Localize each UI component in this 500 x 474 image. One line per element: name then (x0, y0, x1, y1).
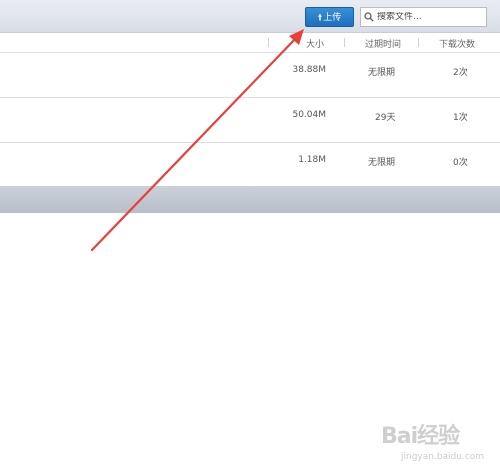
file-expiry: 无限期 (368, 68, 396, 78)
column-header-downloads[interactable]: 下载次数 (439, 37, 475, 50)
search-box[interactable] (360, 7, 487, 27)
file-size: 50.04M (292, 110, 326, 120)
upload-button-label: 上传 (323, 13, 342, 23)
table-header: 大小 过期时间 下载次数 (0, 33, 500, 53)
column-divider (344, 38, 345, 47)
file-download-count: 1次 (453, 113, 468, 123)
search-icon (364, 12, 374, 22)
section-bar (0, 186, 500, 213)
arrow-up-icon: 🠙 (317, 13, 323, 23)
watermark: Bai经验 jingyan.baidu.com (381, 418, 496, 470)
toolbar: 🠙上传 (0, 0, 500, 33)
column-header-size[interactable]: 大小 (306, 37, 324, 50)
watermark-url: jingyan.baidu.com (401, 452, 485, 462)
search-input[interactable] (377, 12, 482, 22)
file-size: 38.88M (292, 65, 326, 75)
file-size: 1.18M (298, 155, 326, 165)
file-download-count: 0次 (453, 158, 468, 168)
column-header-expiry[interactable]: 过期时间 (365, 37, 401, 50)
table-row[interactable]: 1.18M 无限期 0次 (0, 143, 500, 188)
table-row[interactable]: 38.88M 无限期 2次 (0, 53, 500, 98)
file-download-count: 2次 (453, 68, 468, 78)
file-expiry: 29天 (375, 113, 396, 123)
table-row[interactable]: 50.04M 29天 1次 (0, 98, 500, 143)
file-expiry: 无限期 (368, 158, 396, 168)
watermark-logo: Bai经验 (381, 424, 460, 449)
column-divider (268, 38, 269, 47)
column-divider (418, 38, 419, 47)
upload-button[interactable]: 🠙上传 (305, 7, 354, 27)
